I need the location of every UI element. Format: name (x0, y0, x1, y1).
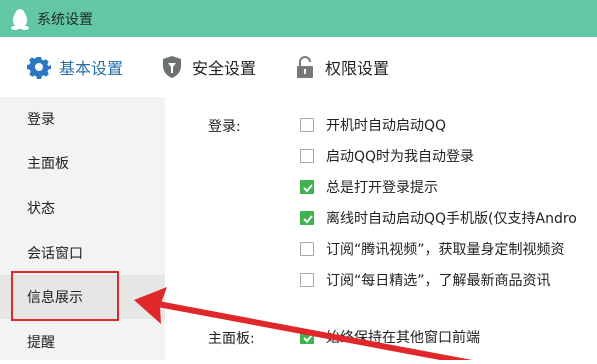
title-bar: 系统设置 (0, 0, 597, 37)
checkmark-icon (303, 184, 313, 193)
option-label: 订阅“每日精选”，了解最新商品资讯 (326, 273, 551, 289)
checkbox-checked[interactable] (300, 211, 314, 225)
checkbox-unchecked[interactable] (300, 149, 314, 163)
option-label: 离线时自动启动QQ手机版(仅支持Andro (326, 211, 577, 227)
checkbox-auto-login[interactable]: 启动QQ时为我自动登录 (300, 145, 474, 167)
sidebar-item-login[interactable]: 登录 (0, 97, 165, 141)
checkbox-checked[interactable] (300, 180, 314, 194)
checkmark-icon (303, 215, 313, 224)
tab-permission-settings[interactable]: 权限设置 (293, 37, 389, 97)
sidebar-item-label: 会话窗口 (27, 246, 83, 262)
option-label: 开机时自动启动QQ (326, 118, 447, 134)
sidebar-item-chat-window[interactable]: 会话窗口 (0, 231, 165, 275)
option-label: 总是打开登录提示 (326, 180, 438, 196)
window-title: 系统设置 (37, 12, 93, 28)
annotation-highlight-box (11, 271, 119, 321)
settings-tab-bar: 基本设置 安全设置 权限设置 (0, 37, 597, 97)
checkbox-always-on-top[interactable]: 始终保持在其他窗口前端 (300, 326, 480, 348)
checkmark-icon (303, 334, 313, 343)
sidebar-item-reminder[interactable]: 提醒 (0, 320, 165, 364)
login-section-label: 登录: (208, 119, 241, 135)
sidebar-item-label: 提醒 (27, 335, 55, 351)
sidebar-item-label: 登录 (27, 112, 55, 128)
checkbox-subscribe-daily-picks[interactable]: 订阅“每日精选”，了解最新商品资讯 (300, 269, 551, 291)
tab-security-settings[interactable]: 安全设置 (160, 37, 256, 97)
checkbox-subscribe-tencent-video[interactable]: 订阅“腾讯视频”，获取量身定制视频资 (300, 238, 565, 260)
checkbox-offline-mobile-qq[interactable]: 离线时自动启动QQ手机版(仅支持Andro (300, 207, 577, 229)
tab-basic-settings[interactable]: 基本设置 (27, 37, 123, 97)
sidebar-item-label: 主面板 (27, 156, 69, 172)
sidebar-item-label: 状态 (27, 201, 55, 217)
sidebar-item-main-panel[interactable]: 主面板 (0, 141, 165, 185)
checkbox-unchecked[interactable] (300, 118, 314, 132)
option-label: 订阅“腾讯视频”，获取量身定制视频资 (326, 242, 565, 258)
option-label: 始终保持在其他窗口前端 (326, 330, 480, 346)
checkbox-unchecked[interactable] (300, 273, 314, 287)
tab-label: 安全设置 (192, 59, 257, 78)
gear-icon (27, 57, 51, 79)
checkbox-show-login-tip[interactable]: 总是打开登录提示 (300, 176, 438, 198)
tab-label: 权限设置 (325, 59, 390, 78)
checkbox-unchecked[interactable] (300, 242, 314, 256)
shield-icon (163, 56, 181, 78)
checkbox-checked[interactable] (300, 330, 314, 344)
option-label: 启动QQ时为我自动登录 (326, 149, 475, 165)
main-panel-section-label: 主面板: (208, 331, 255, 347)
checkbox-auto-start-qq[interactable]: 开机时自动启动QQ (300, 114, 446, 136)
sidebar-item-status[interactable]: 状态 (0, 186, 165, 230)
lock-icon (297, 56, 313, 78)
tab-label: 基本设置 (59, 59, 124, 78)
qq-penguin-icon (11, 9, 29, 30)
